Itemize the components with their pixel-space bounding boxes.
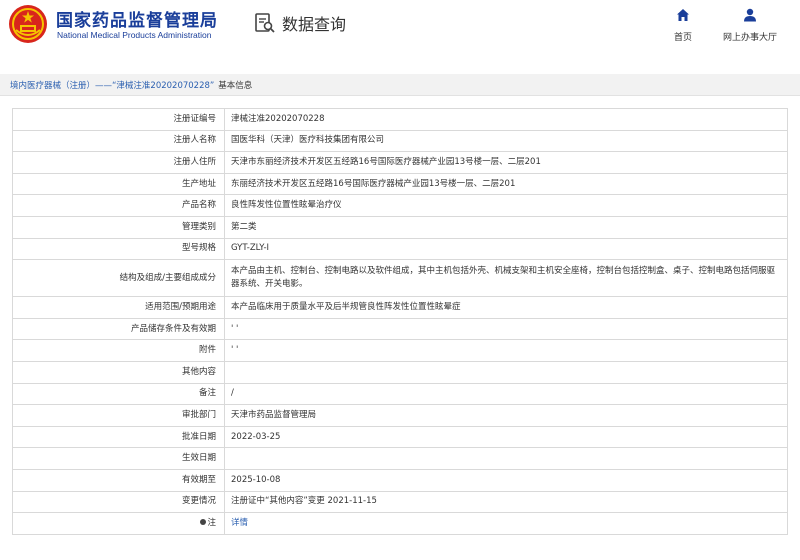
data-query-title: 数据查询 [254,11,346,35]
table-row: 批准日期 2022-03-25 [12,425,788,449]
row-label: 注 [207,517,216,528]
nav-home[interactable]: 首页 [648,8,718,44]
table-row: 备注 / [12,382,788,406]
row-value: ' ' [224,317,788,341]
row-value: 详情 [224,512,788,535]
row-value: / [224,382,788,406]
user-icon [744,8,756,22]
table-row: 审批部门 天津市药品监督管理局 [12,404,788,427]
table-row: 结构及组成/主要组成成分 本产品由主机、控制台、控制电路以及软件组成，其中主机包… [12,259,788,298]
table-row: 适用范围/预期用途 本产品临床用于质量水平及后半规管良性阵发性位置性眩晕症 [12,296,788,319]
table-row: 生效日期 [12,447,788,470]
row-value: 天津市东丽经济技术开发区五经路16号国际医疗器械产业园13号楼一层、二层201 [224,151,788,174]
national-emblem-icon [9,5,47,43]
table-row: 变更情况 注册证中“其他内容”变更 2021-11-15 [12,490,788,514]
row-label: 变更情况 [12,490,225,514]
row-label-note: 注 [12,512,225,535]
row-label: 适用范围/预期用途 [12,296,225,319]
row-label: 注册证编号 [12,108,225,131]
row-label: 产品储存条件及有效期 [12,317,225,341]
table-row: 注册人住所 天津市东丽经济技术开发区五经路16号国际医疗器械产业园13号楼一层、… [12,151,788,174]
nav-home-label: 首页 [673,33,692,43]
row-label: 产品名称 [12,194,225,217]
row-label: 其他内容 [12,360,225,384]
row-label: 管理类别 [12,215,225,239]
row-value: 本产品由主机、控制台、控制电路以及软件组成，其中主机包括外壳、机械支架和主机安全… [224,259,788,298]
table-row: 有效期至 2025-10-08 [12,468,788,492]
row-value: 良性阵发性位置性眩晕治疗仪 [224,194,788,217]
row-label: 结构及组成/主要组成成分 [12,259,225,298]
table-row: 注册人名称 国医华科（天津）医疗科技集团有限公司 [12,129,788,153]
row-label: 审批部门 [12,404,225,427]
table-row: 型号规格 GYT-ZLY-I [12,237,788,261]
breadcrumb-current: 基本信息 [218,81,253,91]
table-row: 生产地址 东丽经济技术开发区五经路16号国际医疗器械产业园13号楼一层、二层20… [12,172,788,196]
row-value: 注册证中“其他内容”变更 2021-11-15 [224,490,788,514]
document-search-icon [255,13,275,33]
site-header: 国家药品监督管理局 National Medical Products Admi… [0,0,800,48]
row-value: 2022-03-25 [224,425,788,449]
row-label: 注册人住所 [12,151,225,174]
row-value: 第二类 [224,215,788,239]
table-row: 产品储存条件及有效期 ' ' [12,317,788,341]
home-icon [677,9,689,21]
registration-detail-table: 注册证编号 津械注准20202070228 注册人名称 国医华科（天津）医疗科技… [12,108,788,535]
row-value: 本产品临床用于质量水平及后半规管良性阵发性位置性眩晕症 [224,296,788,319]
row-value [224,447,788,470]
bullet-icon [200,519,207,526]
row-label: 生产地址 [12,172,225,196]
nav-online-service-hall-label: 网上办事大厅 [722,33,777,43]
row-label: 有效期至 [12,468,225,492]
row-value: ' ' [224,339,788,362]
row-value: 东丽经济技术开发区五经路16号国际医疗器械产业园13号楼一层、二层201 [224,172,788,196]
row-label: 备注 [12,382,225,406]
table-row: 管理类别 第二类 [12,215,788,239]
nav-online-service-hall[interactable]: 网上办事大厅 [715,8,785,44]
table-row: 附件 ' ' [12,339,788,362]
breadcrumb: 境内医疗器械（注册）——“津械注准20202070228” 基本信息 [0,74,800,96]
table-row: 产品名称 良性阵发性位置性眩晕治疗仪 [12,194,788,217]
row-label: 生效日期 [12,447,225,470]
row-label: 批准日期 [12,425,225,449]
row-value: 国医华科（天津）医疗科技集团有限公司 [224,129,788,153]
row-label: 附件 [12,339,225,362]
row-label: 型号规格 [12,237,225,261]
details-link[interactable]: 详情 [231,518,248,528]
row-value: 津械注准20202070228 [224,108,788,131]
table-row: 注册证编号 津械注准20202070228 [12,108,788,131]
row-value: 天津市药品监督管理局 [224,404,788,427]
breadcrumb-link[interactable]: 境内医疗器械（注册）——“津械注准20202070228” [10,81,214,91]
row-value: GYT-ZLY-I [224,237,788,261]
row-value [224,360,788,384]
site-subtitle: National Medical Products Administration [57,30,212,40]
row-value: 2025-10-08 [224,468,788,492]
row-label: 注册人名称 [12,129,225,153]
table-row: 其他内容 [12,360,788,384]
site-title: 国家药品监督管理局 [56,11,218,31]
table-row: 注 详情 [12,512,788,535]
data-query-label: 数据查询 [282,15,347,34]
